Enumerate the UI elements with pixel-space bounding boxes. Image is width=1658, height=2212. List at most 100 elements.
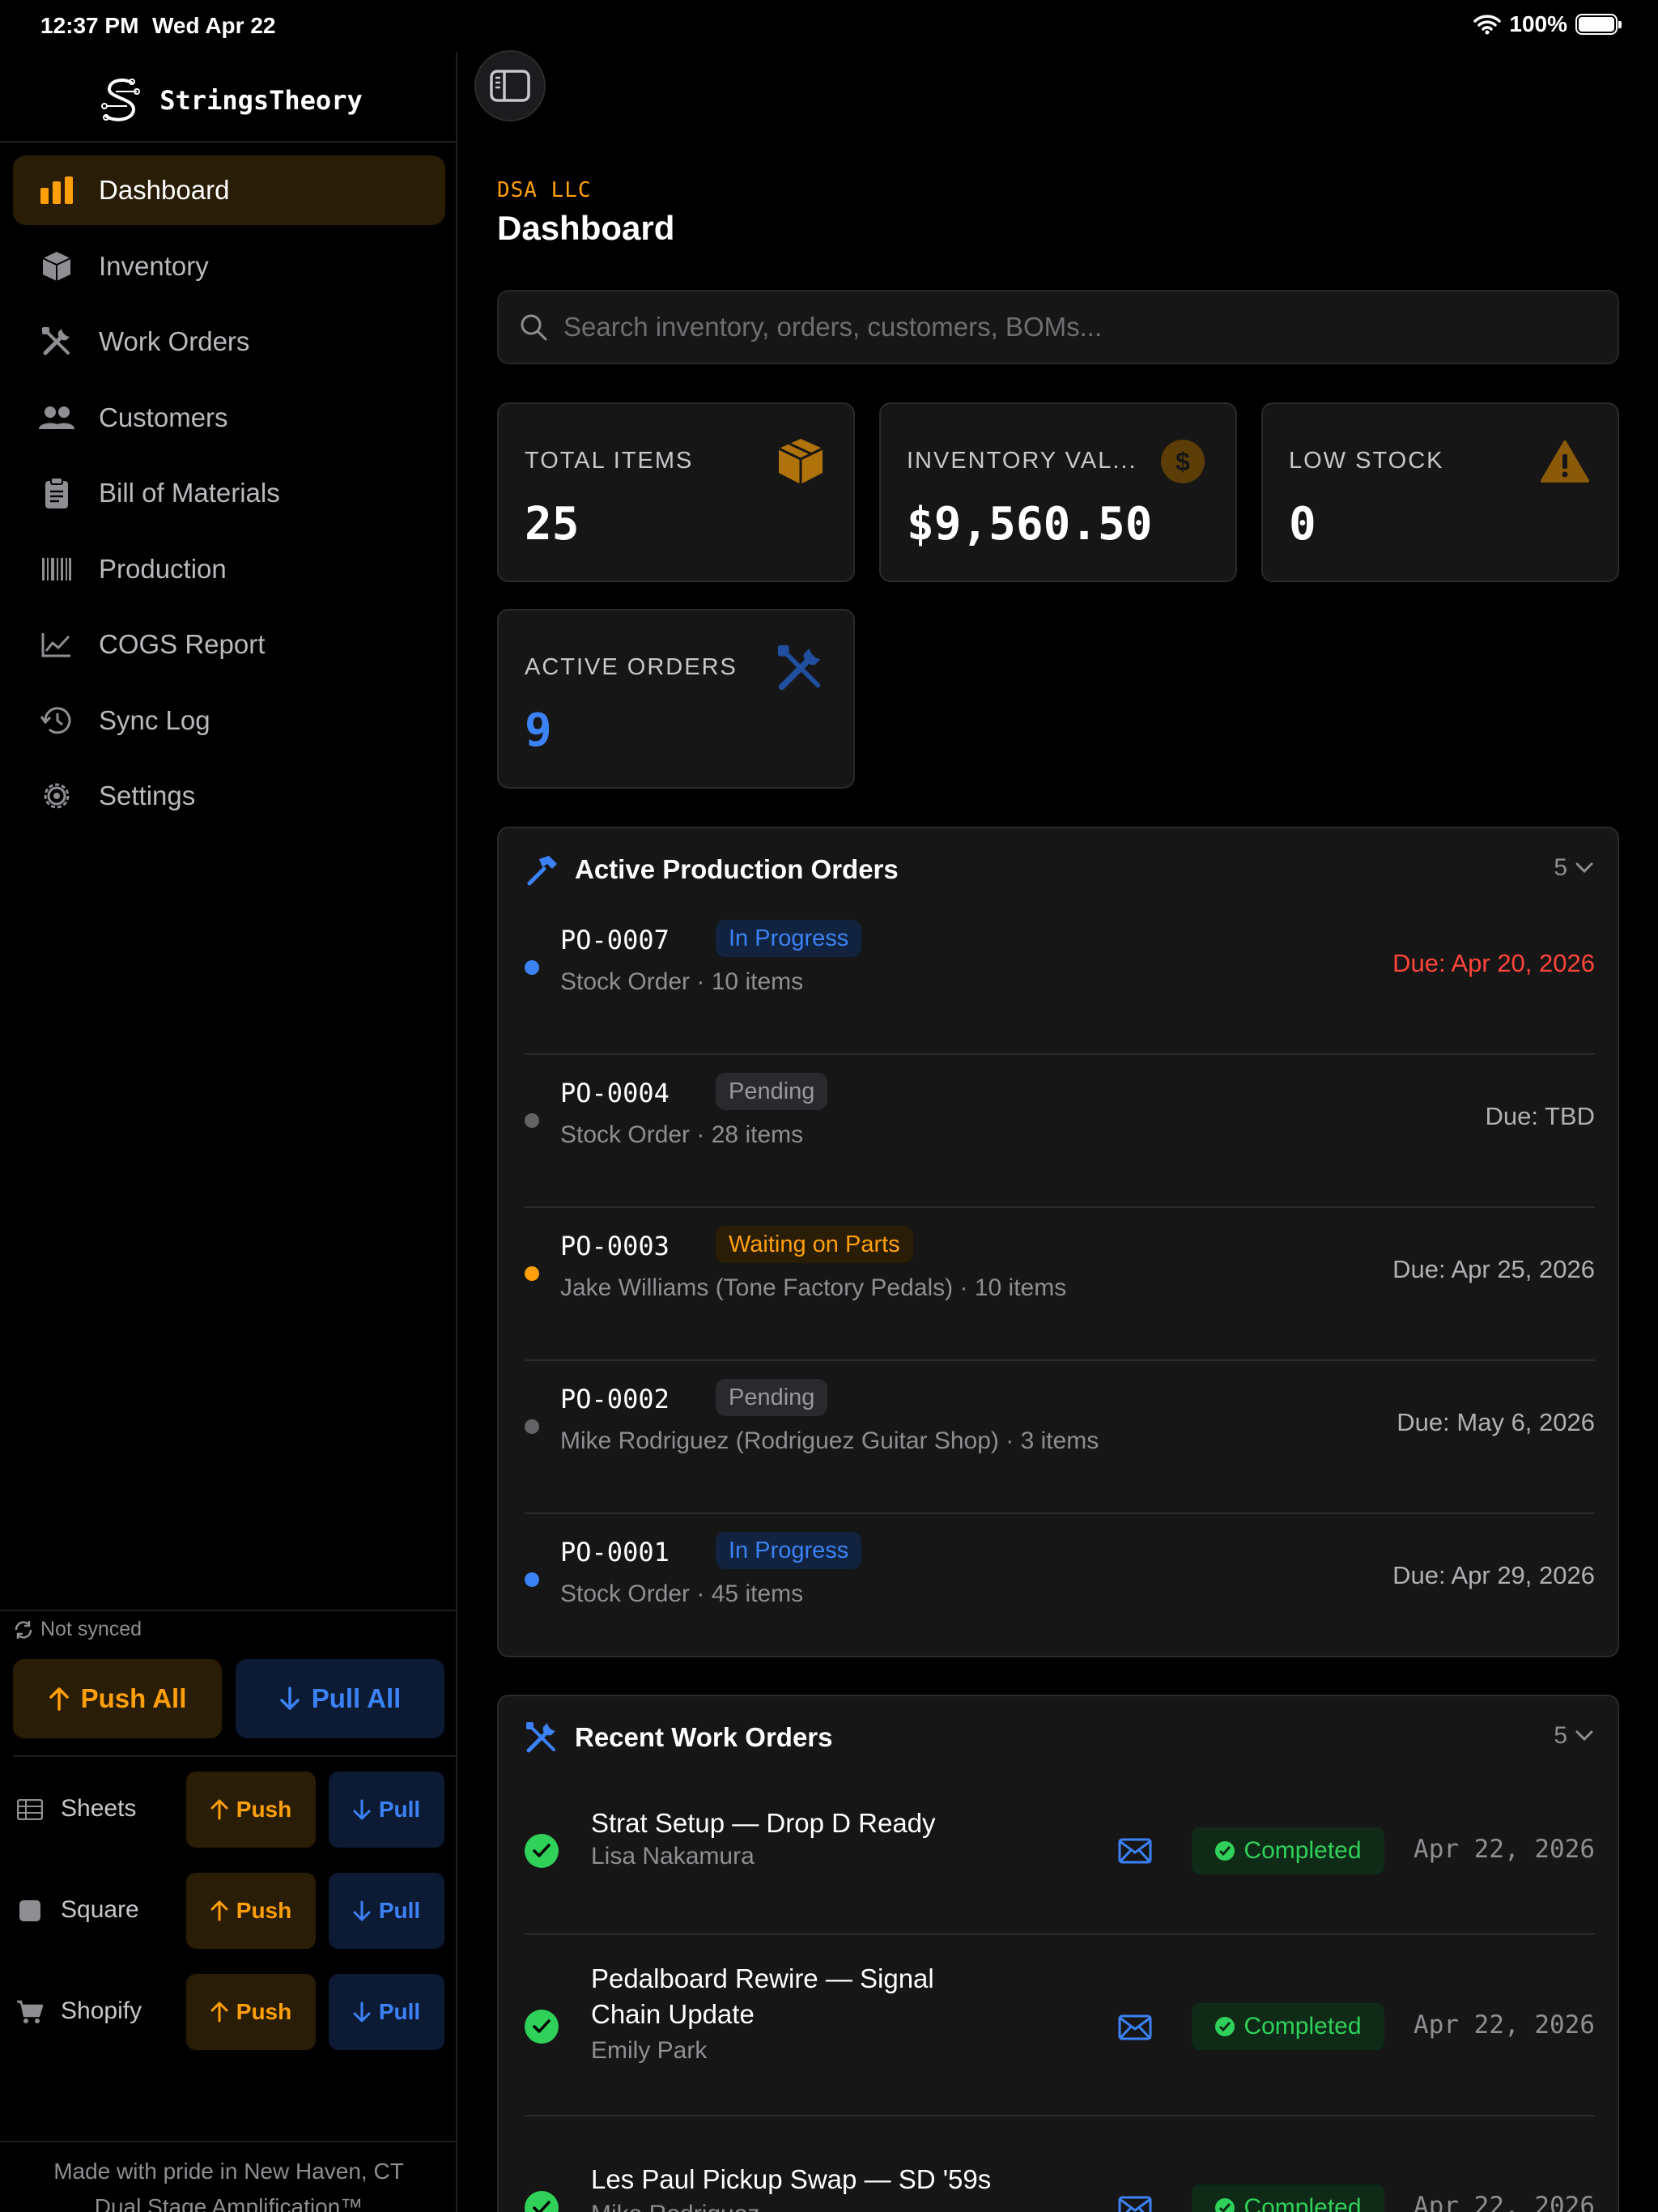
footer-line-2: Dual Stage Amplification™ — [94, 2194, 363, 2212]
sidebar-item-work-orders[interactable]: Work Orders — [13, 307, 445, 376]
order-items: 28 items — [711, 1121, 804, 1148]
sheets-push-button[interactable]: Push — [186, 1772, 316, 1848]
people-icon — [39, 400, 74, 436]
production-order-row[interactable]: PO-0001 In Progress Stock Order · 45 ite… — [525, 1514, 1595, 1667]
order-customer: Stock Order — [560, 1580, 691, 1607]
work-order-date: Apr 22, 2026 — [1414, 2192, 1595, 2212]
checkmark-circle-icon — [525, 2010, 559, 2044]
order-id: PO-0007 — [560, 925, 670, 955]
checkmark-circle-icon — [525, 1834, 559, 1868]
arrow-up-icon — [210, 1799, 228, 1820]
brand-logo-icon — [101, 79, 141, 121]
status-dot — [525, 1266, 539, 1281]
bar-chart-icon — [39, 172, 74, 208]
status-badge: Completed — [1192, 2003, 1384, 2050]
stat-label: ACTIVE ORDERS — [525, 654, 738, 680]
work-order-row[interactable]: Strat Setup — Drop D Ready Lisa Nakamura… — [525, 1770, 1595, 1935]
pull-label: Pull — [378, 1999, 421, 2024]
panel-title: Active Production Orders — [575, 854, 899, 884]
search-input[interactable] — [563, 312, 1535, 342]
square-push-button[interactable]: Push — [186, 1873, 316, 1949]
status-label: Completed — [1244, 2013, 1362, 2040]
service-label: Sheets — [61, 1795, 137, 1822]
shopify-pull-button[interactable]: Pull — [329, 1974, 444, 2050]
push-all-button[interactable]: Push All — [13, 1659, 222, 1738]
order-customer: Stock Order — [560, 1121, 691, 1148]
order-items: 10 items — [711, 968, 804, 995]
shopify-push-button[interactable]: Push — [186, 1974, 316, 2050]
divider — [0, 1610, 457, 1611]
sidebar-item-inventory[interactable]: Inventory — [13, 232, 445, 301]
clipboard-icon — [39, 475, 74, 511]
order-due-date: Due: Apr 29, 2026 — [1392, 1561, 1595, 1589]
panel-title: Recent Work Orders — [575, 1722, 833, 1752]
stat-card-active-orders[interactable]: ACTIVE ORDERS 9 — [497, 609, 855, 789]
sidebar-item-cogs-report[interactable]: COGS Report — [13, 610, 445, 679]
order-due-date: Due: Apr 25, 2026 — [1392, 1255, 1595, 1283]
stat-value: 0 — [1289, 498, 1316, 551]
work-order-customer: Emily Park — [591, 2037, 708, 2064]
order-details: Stock Order · 45 items — [560, 1580, 804, 1607]
divider — [13, 1755, 457, 1757]
sidebar-item-bill-of-materials[interactable]: Bill of Materials — [13, 458, 445, 528]
sync-status: Not synced — [13, 1618, 142, 1641]
order-customer: Stock Order — [560, 968, 691, 995]
status-badge: Completed — [1192, 1827, 1384, 1874]
work-order-row[interactable]: Pedalboard Rewire — Signal Chain Update … — [525, 1937, 1595, 2116]
panel-collapse-toggle[interactable]: 5 — [1554, 854, 1593, 882]
chevron-down-icon — [1575, 1730, 1593, 1742]
gear-icon — [39, 778, 74, 814]
sidebar-item-customers[interactable]: Customers — [13, 383, 445, 453]
work-order-customer: Lisa Nakamura — [591, 1843, 755, 1870]
panel-collapse-toggle[interactable]: 5 — [1554, 1722, 1593, 1750]
sync-status-text: Not synced — [40, 1618, 142, 1640]
line-chart-icon — [39, 627, 74, 662]
email-icon[interactable] — [1117, 1833, 1153, 1869]
order-due-date: Due: Apr 20, 2026 — [1392, 949, 1595, 977]
chevron-down-icon — [1575, 862, 1593, 874]
sidebar-item-label: Production — [99, 553, 227, 584]
sidebar-item-sync-log[interactable]: Sync Log — [13, 686, 445, 755]
search-bar — [497, 290, 1619, 364]
square-pull-button[interactable]: Pull — [329, 1873, 444, 1949]
status-date: Wed Apr 22 — [152, 13, 276, 38]
warning-icon — [1540, 436, 1590, 487]
box-icon — [776, 436, 826, 487]
company-name: DSA LLC — [497, 178, 592, 202]
production-orders-panel: Active Production Orders 5 PO-0007 In Pr… — [497, 827, 1619, 1657]
tools-icon — [39, 324, 74, 359]
status-badge: In Progress — [716, 1532, 862, 1569]
stat-card-low-stock[interactable]: LOW STOCK 0 — [1261, 402, 1619, 582]
sheets-pull-button[interactable]: Pull — [329, 1772, 444, 1848]
email-icon[interactable] — [1117, 2010, 1153, 2045]
status-dot — [525, 1113, 539, 1128]
work-order-title: Strat Setup — Drop D Ready — [591, 1808, 936, 1838]
production-order-row[interactable]: PO-0003 Waiting on Parts Jake Williams (… — [525, 1208, 1595, 1361]
push-all-label: Push All — [80, 1683, 187, 1713]
work-order-date: Apr 22, 2026 — [1414, 2010, 1595, 2040]
order-id: PO-0001 — [560, 1537, 670, 1568]
cart-icon — [16, 1998, 44, 2026]
status-label: Completed — [1244, 1837, 1362, 1864]
order-details: Stock Order · 10 items — [560, 968, 804, 995]
brand-name: StringsTheory — [159, 85, 363, 116]
production-order-row[interactable]: PO-0002 Pending Mike Rodriguez (Rodrigue… — [525, 1361, 1595, 1514]
production-order-row[interactable]: PO-0007 In Progress Stock Order · 10 ite… — [525, 902, 1595, 1055]
push-label: Push — [236, 1797, 292, 1822]
order-id: PO-0003 — [560, 1231, 670, 1261]
sidebar-item-dashboard[interactable]: Dashboard — [13, 155, 445, 225]
arrow-up-icon — [49, 1687, 69, 1711]
sidebar-toggle-button[interactable] — [474, 50, 546, 121]
arrow-down-icon — [279, 1687, 300, 1710]
production-order-row[interactable]: PO-0004 Pending Stock Order · 28 items D… — [525, 1055, 1595, 1208]
sidebar-item-settings[interactable]: Settings — [13, 761, 445, 831]
order-details: Jake Williams (Tone Factory Pedals) · 10… — [560, 1274, 1067, 1301]
pull-all-label: Pull All — [311, 1683, 402, 1713]
work-order-row[interactable]: Les Paul Pickup Swap — SD '59s Mike Rodr… — [525, 2118, 1595, 2212]
stat-card-inventory-value[interactable]: INVENTORY VAL... $9,560.50 $ — [879, 402, 1237, 582]
stat-card-total-items[interactable]: TOTAL ITEMS 25 — [497, 402, 855, 582]
sidebar-item-production[interactable]: Production — [13, 534, 445, 604]
email-icon[interactable] — [1117, 2191, 1153, 2212]
pull-all-button[interactable]: Pull All — [236, 1659, 444, 1738]
service-label: Shopify — [61, 1997, 142, 2024]
